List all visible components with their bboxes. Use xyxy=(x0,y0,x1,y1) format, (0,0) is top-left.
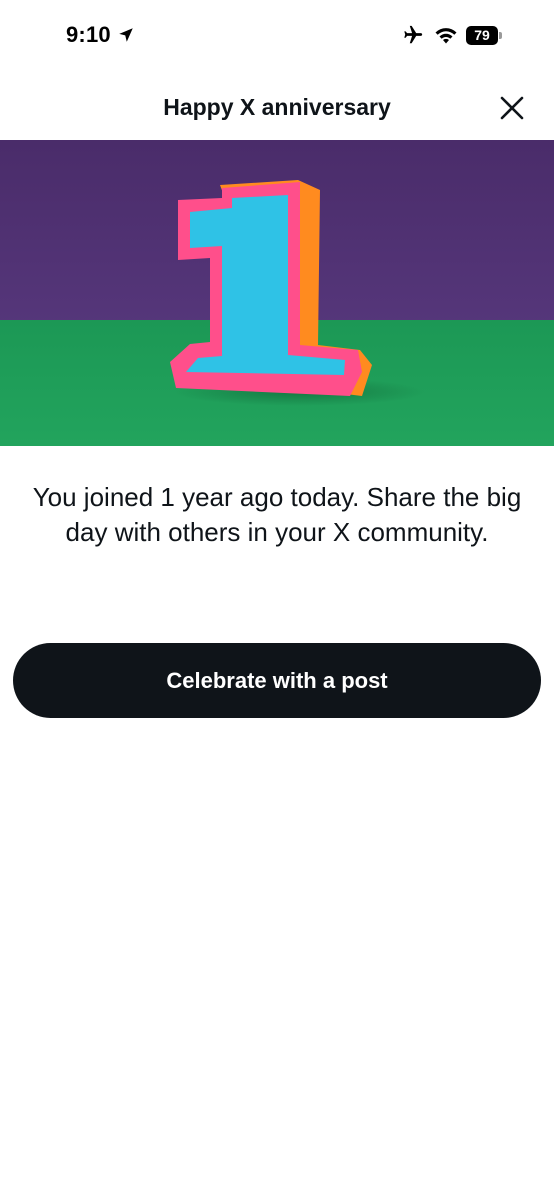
battery-level: 79 xyxy=(466,25,498,45)
location-arrow-icon xyxy=(119,28,133,42)
modal-header: Happy X anniversary xyxy=(0,72,554,140)
number-one-illustration xyxy=(0,140,554,446)
battery-tip xyxy=(499,31,502,39)
status-time-group: 9:10 xyxy=(66,22,135,48)
page-title: Happy X anniversary xyxy=(163,94,391,120)
status-time: 9:10 xyxy=(66,22,111,47)
wifi-icon xyxy=(435,28,457,44)
status-indicators: 79 xyxy=(402,24,502,46)
anniversary-screen: 9:10 79 Happy X anniversary You joined 1… xyxy=(0,0,554,1200)
airplane-mode-icon xyxy=(404,25,423,44)
battery-icon: 79 xyxy=(466,25,502,45)
celebrate-with-post-button[interactable]: Celebrate with a post xyxy=(13,643,541,718)
status-bar: 9:10 79 xyxy=(0,0,554,72)
close-button[interactable] xyxy=(498,94,526,122)
close-icon xyxy=(500,96,524,120)
anniversary-message: You joined 1 year ago today. Share the b… xyxy=(32,482,522,547)
anniversary-hero-image xyxy=(0,140,554,446)
